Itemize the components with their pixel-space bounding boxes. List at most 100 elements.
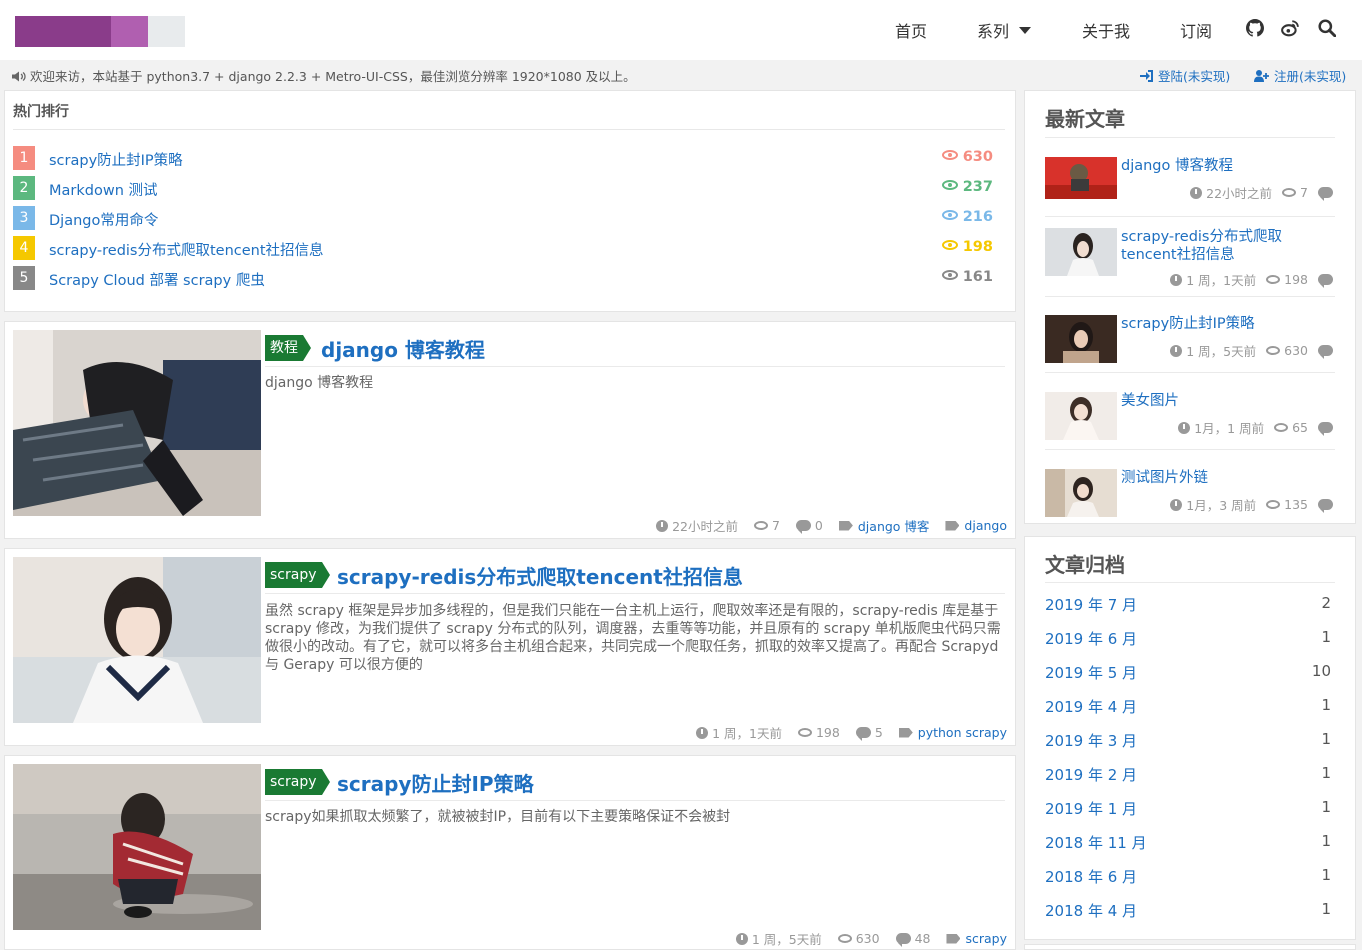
meta-tag[interactable]: django 博客 <box>838 516 929 535</box>
meta-time: 1 周，1天前 <box>1170 270 1256 289</box>
latest-thumbnail[interactable] <box>1045 392 1117 440</box>
article-title[interactable]: scrapy防止封IP策略 <box>337 768 534 797</box>
meta-views: 65 <box>1274 420 1308 435</box>
login-link[interactable]: 登陆(未实现) <box>1140 66 1230 85</box>
meta-tag[interactable]: python scrapy <box>898 725 1007 740</box>
archive-item[interactable]: 2018 年 6 月 1 <box>1045 866 1331 886</box>
logo-block <box>148 16 185 47</box>
archive-item[interactable]: 2018 年 4 月 1 <box>1045 900 1331 920</box>
meta-comments[interactable] <box>1318 422 1337 436</box>
archive-item[interactable]: 2019 年 3 月 1 <box>1045 730 1331 750</box>
clock-icon <box>1170 498 1183 511</box>
site-logo[interactable] <box>15 16 185 47</box>
eye-icon <box>753 521 768 530</box>
meta-comments[interactable] <box>1318 345 1337 359</box>
meta-tag[interactable]: scrapy <box>946 931 1007 946</box>
archive-month[interactable]: 2019 年 7 月 <box>1045 594 1137 615</box>
archive-count: 1 <box>1321 798 1331 816</box>
clock-icon <box>1170 344 1183 357</box>
latest-item: django 博客教程 22小时之前 7 <box>1045 157 1337 207</box>
hot-item-views: 630 <box>941 149 993 165</box>
hot-ranking-panel: 热门排行 1 scrapy防止封IP策略 630 2 Markdown 测试 2… <box>4 90 1016 312</box>
comments-icon <box>1318 187 1333 201</box>
hot-item: 2 Markdown 测试 237 <box>13 176 993 200</box>
register-link[interactable]: 注册(未实现) <box>1254 66 1346 85</box>
latest-item-title[interactable]: django 博客教程 <box>1121 157 1321 175</box>
article-title[interactable]: scrapy-redis分布式爬取tencent社招信息 <box>337 561 743 590</box>
archive-item[interactable]: 2019 年 5 月 10 <box>1045 662 1331 682</box>
archive-item[interactable]: 2019 年 7 月 2 <box>1045 594 1331 614</box>
latest-item-meta: 1月，1 周前 65 <box>1168 418 1337 437</box>
archive-title: 文章归档 <box>1045 553 1125 577</box>
nav-home[interactable]: 首页 <box>895 18 927 42</box>
latest-item-title[interactable]: scrapy防止封IP策略 <box>1121 315 1321 333</box>
comments-icon <box>855 727 871 741</box>
latest-thumbnail[interactable] <box>1045 469 1117 517</box>
hot-item-link[interactable]: Django常用命令 <box>49 209 158 230</box>
notice-text: 欢迎来访，本站基于 python3.7 + django 2.2.3 + Met… <box>30 69 636 84</box>
github-icon[interactable] <box>1246 19 1264 37</box>
hot-item-link[interactable]: scrapy防止封IP策略 <box>49 149 183 170</box>
archive-count: 1 <box>1321 832 1331 850</box>
latest-item: 测试图片外链 1月，3 周前 135 <box>1045 469 1337 519</box>
archive-count: 1 <box>1321 866 1331 884</box>
hot-item-views: 161 <box>941 269 993 285</box>
latest-item-title[interactable]: 美女图片 <box>1121 392 1321 410</box>
search-icon[interactable] <box>1318 19 1336 37</box>
meta-views: 630 <box>837 931 880 946</box>
article-thumbnail[interactable] <box>13 330 261 516</box>
eye-icon <box>1282 188 1297 197</box>
latest-thumbnail[interactable] <box>1045 157 1117 199</box>
latest-item-title[interactable]: scrapy-redis分布式爬取tencent社招信息 <box>1121 228 1321 264</box>
latest-thumbnail[interactable] <box>1045 228 1117 276</box>
latest-thumbnail[interactable] <box>1045 315 1117 363</box>
archive-month[interactable]: 2019 年 3 月 <box>1045 730 1137 751</box>
hot-item: 1 scrapy防止封IP策略 630 <box>13 146 993 170</box>
meta-comments[interactable] <box>1318 187 1337 201</box>
article-title[interactable]: django 博客教程 <box>321 334 485 363</box>
archive-item[interactable]: 2018 年 11 月 1 <box>1045 832 1331 852</box>
weibo-icon[interactable] <box>1281 19 1299 37</box>
category-tag[interactable]: 教程 <box>265 335 311 361</box>
archive-month[interactable]: 2019 年 6 月 <box>1045 628 1137 649</box>
notice-message: 欢迎来访，本站基于 python3.7 + django 2.2.3 + Met… <box>12 66 636 85</box>
archive-month[interactable]: 2019 年 5 月 <box>1045 662 1137 683</box>
meta-tag[interactable]: django <box>945 518 1007 533</box>
archive-count: 1 <box>1321 764 1331 782</box>
archive-item[interactable]: 2019 年 6 月 1 <box>1045 628 1331 648</box>
archive-item[interactable]: 2019 年 1 月 1 <box>1045 798 1331 818</box>
article-thumbnail[interactable] <box>13 557 261 723</box>
hot-item-link[interactable]: Scrapy Cloud 部署 scrapy 爬虫 <box>49 269 265 290</box>
meta-views: 7 <box>753 518 780 533</box>
category-tag[interactable]: scrapy <box>265 769 329 795</box>
archive-month[interactable]: 2019 年 2 月 <box>1045 764 1137 785</box>
archive-month[interactable]: 2018 年 6 月 <box>1045 866 1137 887</box>
meta-views-text: 65 <box>1292 420 1308 435</box>
article-thumbnail[interactable] <box>13 764 261 930</box>
nav-about[interactable]: 关于我 <box>1082 18 1130 42</box>
archive-month[interactable]: 2018 年 4 月 <box>1045 900 1137 921</box>
divider <box>13 129 1005 130</box>
meta-comments[interactable] <box>1318 274 1337 288</box>
category-tag[interactable]: scrapy <box>265 562 329 588</box>
nav-series[interactable]: 系列 <box>977 18 1032 42</box>
hot-item-link[interactable]: scrapy-redis分布式爬取tencent社招信息 <box>49 239 324 260</box>
speaker-icon <box>12 71 26 82</box>
rank-badge: 4 <box>13 236 35 260</box>
hot-item-link[interactable]: Markdown 测试 <box>49 179 158 200</box>
archive-item[interactable]: 2019 年 4 月 1 <box>1045 696 1331 716</box>
logo-block <box>111 16 148 47</box>
nav-subscribe[interactable]: 订阅 <box>1180 18 1212 42</box>
latest-item-title[interactable]: 测试图片外链 <box>1121 469 1321 487</box>
meta-time-text: 1 周，5天前 <box>751 932 822 947</box>
archive-month[interactable]: 2019 年 1 月 <box>1045 798 1137 819</box>
clock-icon <box>656 519 669 532</box>
meta-comments[interactable] <box>1318 499 1337 513</box>
archive-month[interactable]: 2019 年 4 月 <box>1045 696 1137 717</box>
divider <box>1045 582 1335 583</box>
archive-month[interactable]: 2018 年 11 月 <box>1045 832 1147 853</box>
comments-icon <box>1318 274 1333 288</box>
rank-badge: 2 <box>13 176 35 200</box>
archive-item[interactable]: 2019 年 2 月 1 <box>1045 764 1331 784</box>
clock-icon <box>1190 186 1203 199</box>
